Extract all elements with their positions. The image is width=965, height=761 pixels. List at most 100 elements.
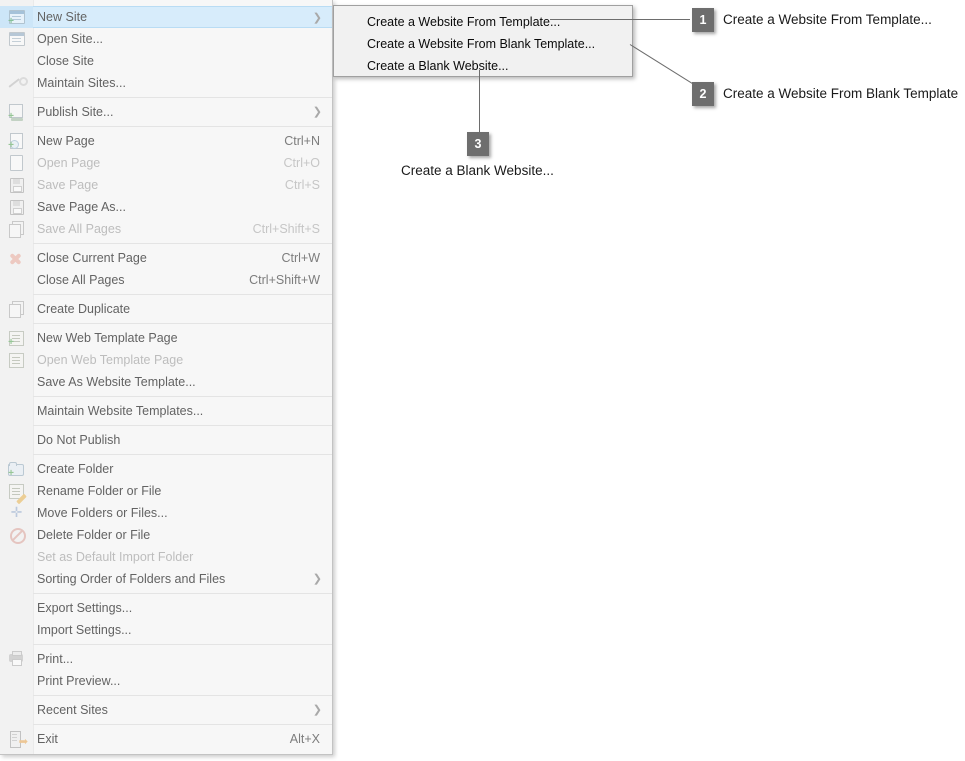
- menu-item-label: Set as Default Import Folder: [37, 550, 194, 564]
- menu-separator: [33, 294, 332, 295]
- menu-item-save-page-as[interactable]: Save Page As...: [0, 196, 332, 218]
- save-page-icon: [8, 177, 25, 193]
- menu-item-shortcut: Alt+X: [289, 732, 320, 746]
- submenu-item-create-a-website-from-blank-template[interactable]: Create a Website From Blank Template...: [334, 33, 632, 55]
- menu-item-sorting-order-of-folders-and-files[interactable]: Sorting Order of Folders and Files ❯: [0, 568, 332, 590]
- menu-item-label: New Web Template Page: [37, 331, 178, 345]
- file-menu-panel: New Site ❯ Open Site... Close Site Maintain …: [0, 0, 333, 755]
- open-web-template-icon: [8, 352, 25, 368]
- submenu-item-create-a-website-from-template[interactable]: Create a Website From Template...: [334, 11, 632, 33]
- menu-item-recent-sites[interactable]: Recent Sites ❯: [0, 699, 332, 721]
- menu-item-import-settings[interactable]: Import Settings...: [0, 619, 332, 641]
- callout-badge-2: 2: [692, 82, 714, 106]
- new-web-template-icon: [8, 330, 25, 346]
- menu-item-close-site[interactable]: Close Site: [0, 50, 332, 72]
- menu-item-exit[interactable]: Exit Alt+X: [0, 728, 332, 750]
- menu-item-maintain-website-templates[interactable]: Maintain Website Templates...: [0, 400, 332, 422]
- menu-item-print-preview[interactable]: Print Preview...: [0, 670, 332, 692]
- menu-item-close-current-page[interactable]: Close Current Page Ctrl+W: [0, 247, 332, 269]
- menu-item-icon-slot: [0, 269, 33, 291]
- menu-item-label: New Page: [37, 134, 95, 148]
- menu-separator: [33, 323, 332, 324]
- menu-item-label: Exit: [37, 732, 58, 746]
- create-folder-icon: [8, 461, 25, 477]
- move-icon: [8, 505, 25, 521]
- submenu-item-create-a-blank-website[interactable]: Create a Blank Website...: [334, 55, 632, 77]
- menu-item-label: Close Site: [37, 54, 94, 68]
- menu-item-icon-slot: [0, 728, 33, 750]
- menu-item-label: Maintain Sites...: [37, 76, 126, 90]
- menu-item-label: Save Page: [37, 178, 99, 192]
- menu-item-shortcut: Ctrl+Shift+S: [252, 222, 320, 236]
- menu-item-open-site[interactable]: Open Site...: [0, 28, 332, 50]
- menu-separator: [33, 126, 332, 127]
- menu-item-new-web-template-page[interactable]: New Web Template Page: [0, 327, 332, 349]
- menu-item-open-web-template-page: Open Web Template Page: [0, 349, 332, 371]
- menu-item-icon-slot: [0, 130, 33, 152]
- menu-item-icon-slot: [0, 152, 33, 174]
- menu-item-icon-slot: [0, 648, 33, 670]
- menu-item-icon-slot: [0, 196, 33, 218]
- menu-item-move-folders-or-files[interactable]: Move Folders or Files...: [0, 502, 332, 524]
- menu-item-icon-slot: [0, 50, 33, 72]
- menu-separator: [33, 425, 332, 426]
- menu-item-create-duplicate[interactable]: Create Duplicate: [0, 298, 332, 320]
- menu-item-icon-slot: [0, 429, 33, 451]
- menu-item-label: Recent Sites: [37, 703, 108, 717]
- menu-item-close-all-pages[interactable]: Close All Pages Ctrl+Shift+W: [0, 269, 332, 291]
- menu-item-label: Import Settings...: [37, 623, 132, 637]
- chevron-right-icon: ❯: [312, 573, 322, 585]
- menu-item-publish-site[interactable]: Publish Site... ❯: [0, 101, 332, 123]
- chevron-right-icon: ❯: [312, 704, 322, 716]
- menu-item-save-as-website-template[interactable]: Save As Website Template...: [0, 371, 332, 393]
- menu-item-list: New Site ❯ Open Site... Close Site Maintain …: [0, 0, 332, 750]
- menu-item-icon-slot: [0, 670, 33, 692]
- menu-item-label: Create Duplicate: [37, 302, 131, 316]
- menu-item-shortcut: Ctrl+Shift+W: [249, 273, 320, 287]
- menu-item-icon-slot: [0, 502, 33, 524]
- menu-item-do-not-publish[interactable]: Do Not Publish: [0, 429, 332, 451]
- menu-item-label: Open Page: [37, 156, 101, 170]
- menu-item-rename-folder-or-file[interactable]: Rename Folder or File: [0, 480, 332, 505]
- menu-item-maintain-sites[interactable]: Maintain Sites...: [0, 72, 332, 94]
- callout-badge-3: 3: [467, 132, 489, 156]
- menu-item-delete-folder-or-file[interactable]: Delete Folder or File: [0, 524, 332, 546]
- menu-item-label: Open Site...: [37, 32, 104, 46]
- menu-item-label: Print Preview...: [37, 674, 121, 688]
- publish-site-icon: [8, 104, 25, 121]
- duplicate-icon: [8, 301, 25, 318]
- menu-item-icon-slot: [0, 371, 33, 393]
- menu-item-icon-slot: [0, 400, 33, 422]
- rename-icon: [8, 483, 27, 505]
- menu-item-label: Rename Folder or File: [37, 484, 162, 498]
- menu-separator: [33, 593, 332, 594]
- save-all-pages-icon: [8, 221, 25, 238]
- new-site-submenu-panel: Create a Website From Template... Create …: [333, 5, 633, 77]
- menu-item-new-site[interactable]: New Site ❯: [0, 6, 332, 28]
- menu-item-create-folder[interactable]: Create Folder: [0, 458, 332, 480]
- menu-item-label: Publish Site...: [37, 105, 114, 119]
- menu-item-save-all-pages: Save All Pages Ctrl+Shift+S: [0, 218, 332, 240]
- menu-item-shortcut: Ctrl+S: [284, 178, 320, 192]
- menu-separator: [33, 97, 332, 98]
- menu-item-icon-slot: [0, 6, 33, 28]
- menu-item-new-page[interactable]: New Page Ctrl+N: [0, 130, 332, 152]
- menu-item-icon-slot: [0, 349, 33, 371]
- menu-item-shortcut: Ctrl+W: [281, 251, 320, 265]
- menu-item-label: Export Settings...: [37, 601, 133, 615]
- delete-icon: [8, 527, 26, 544]
- menu-item-label: Delete Folder or File: [37, 528, 151, 542]
- menu-item-save-page: Save Page Ctrl+S: [0, 174, 332, 196]
- menu-item-label: Move Folders or Files...: [37, 506, 168, 520]
- wrench-icon: [8, 75, 28, 91]
- menu-item-print[interactable]: Print...: [0, 648, 332, 670]
- menu-separator: [33, 396, 332, 397]
- menu-separator: [33, 454, 332, 455]
- menu-item-icon-slot: [0, 28, 33, 50]
- menu-item-export-settings[interactable]: Export Settings...: [0, 597, 332, 619]
- menu-item-label: Open Web Template Page: [37, 353, 184, 367]
- open-site-icon: [8, 31, 25, 47]
- menu-item-label: Create Folder: [37, 462, 114, 476]
- new-site-icon: [8, 9, 25, 25]
- menu-item-icon-slot: [0, 480, 33, 505]
